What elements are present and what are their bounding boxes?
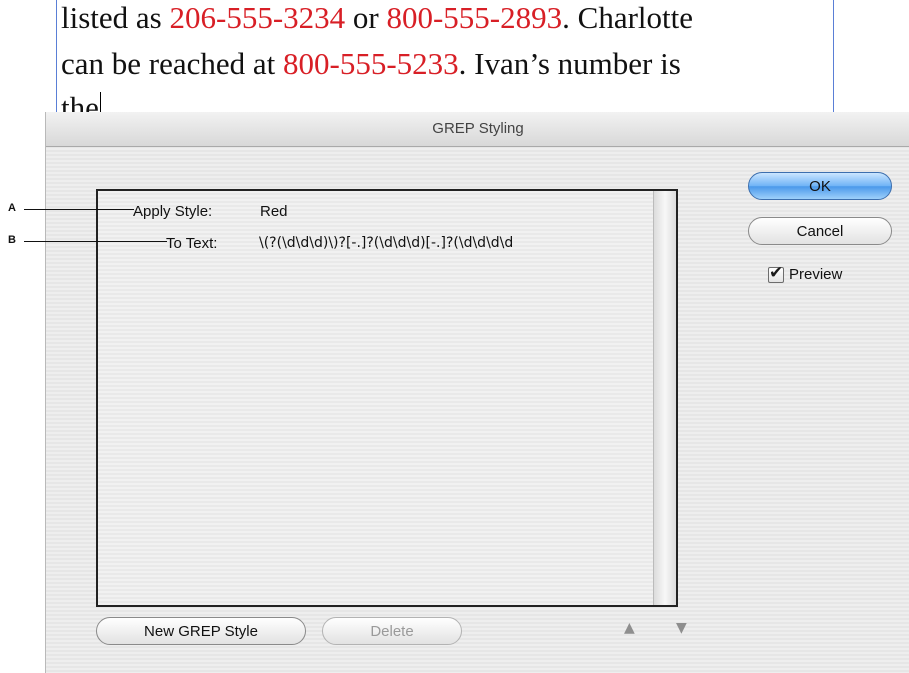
phone-number: 800-555-2893 <box>386 0 563 35</box>
delete-button[interactable]: Delete <box>322 617 462 645</box>
new-grep-style-button[interactable]: New GREP Style <box>96 617 306 645</box>
dialog-title: GREP Styling <box>46 112 909 147</box>
apply-style-label: Apply Style: <box>133 203 213 220</box>
ok-button[interactable]: OK <box>748 172 892 200</box>
to-text-label: To Text: <box>166 235 218 252</box>
triangle-down-icon[interactable]: ▼ <box>676 620 687 636</box>
list-scrollbar[interactable] <box>653 191 676 605</box>
document-line-2: can be reached at 800-555-5233. Ivan’s n… <box>61 47 681 81</box>
callout-a: A <box>8 202 16 214</box>
callout-a-line <box>24 209 134 210</box>
document-text-frame[interactable]: listed as 206-555-3234 or 800-555-2893. … <box>56 0 834 125</box>
text-run: . Charlotte <box>562 0 693 35</box>
callout-b: B <box>8 234 16 246</box>
text-run: or <box>345 0 387 35</box>
cancel-button[interactable]: Cancel <box>748 217 892 245</box>
grep-styling-dialog: GREP Styling Apply Style: Red To Text: \… <box>45 112 909 673</box>
phone-number: 800-555-5233 <box>283 46 459 81</box>
text-run: . Ivan’s number is <box>458 46 681 81</box>
phone-number: 206-555-3234 <box>169 0 346 35</box>
callout-b-line <box>24 241 167 242</box>
document-line-1: listed as 206-555-3234 or 800-555-2893. … <box>61 1 693 35</box>
text-run: can be reached at <box>61 46 284 81</box>
checkbox-checked-icon[interactable] <box>768 263 784 283</box>
preview-label: Preview <box>789 266 843 283</box>
triangle-up-icon[interactable]: ▲ <box>624 620 635 636</box>
to-text-expression[interactable]: \(?(\d\d\d)\)?[-.]?(\d\d\d)[-.]?(\d\d\d\… <box>259 235 513 251</box>
grep-style-list[interactable]: Apply Style: Red To Text: \(?(\d\d\d)\)?… <box>96 189 678 607</box>
text-run: listed as <box>61 0 170 35</box>
preview-checkbox[interactable]: Preview <box>768 263 843 283</box>
apply-style-value[interactable]: Red <box>260 203 288 220</box>
